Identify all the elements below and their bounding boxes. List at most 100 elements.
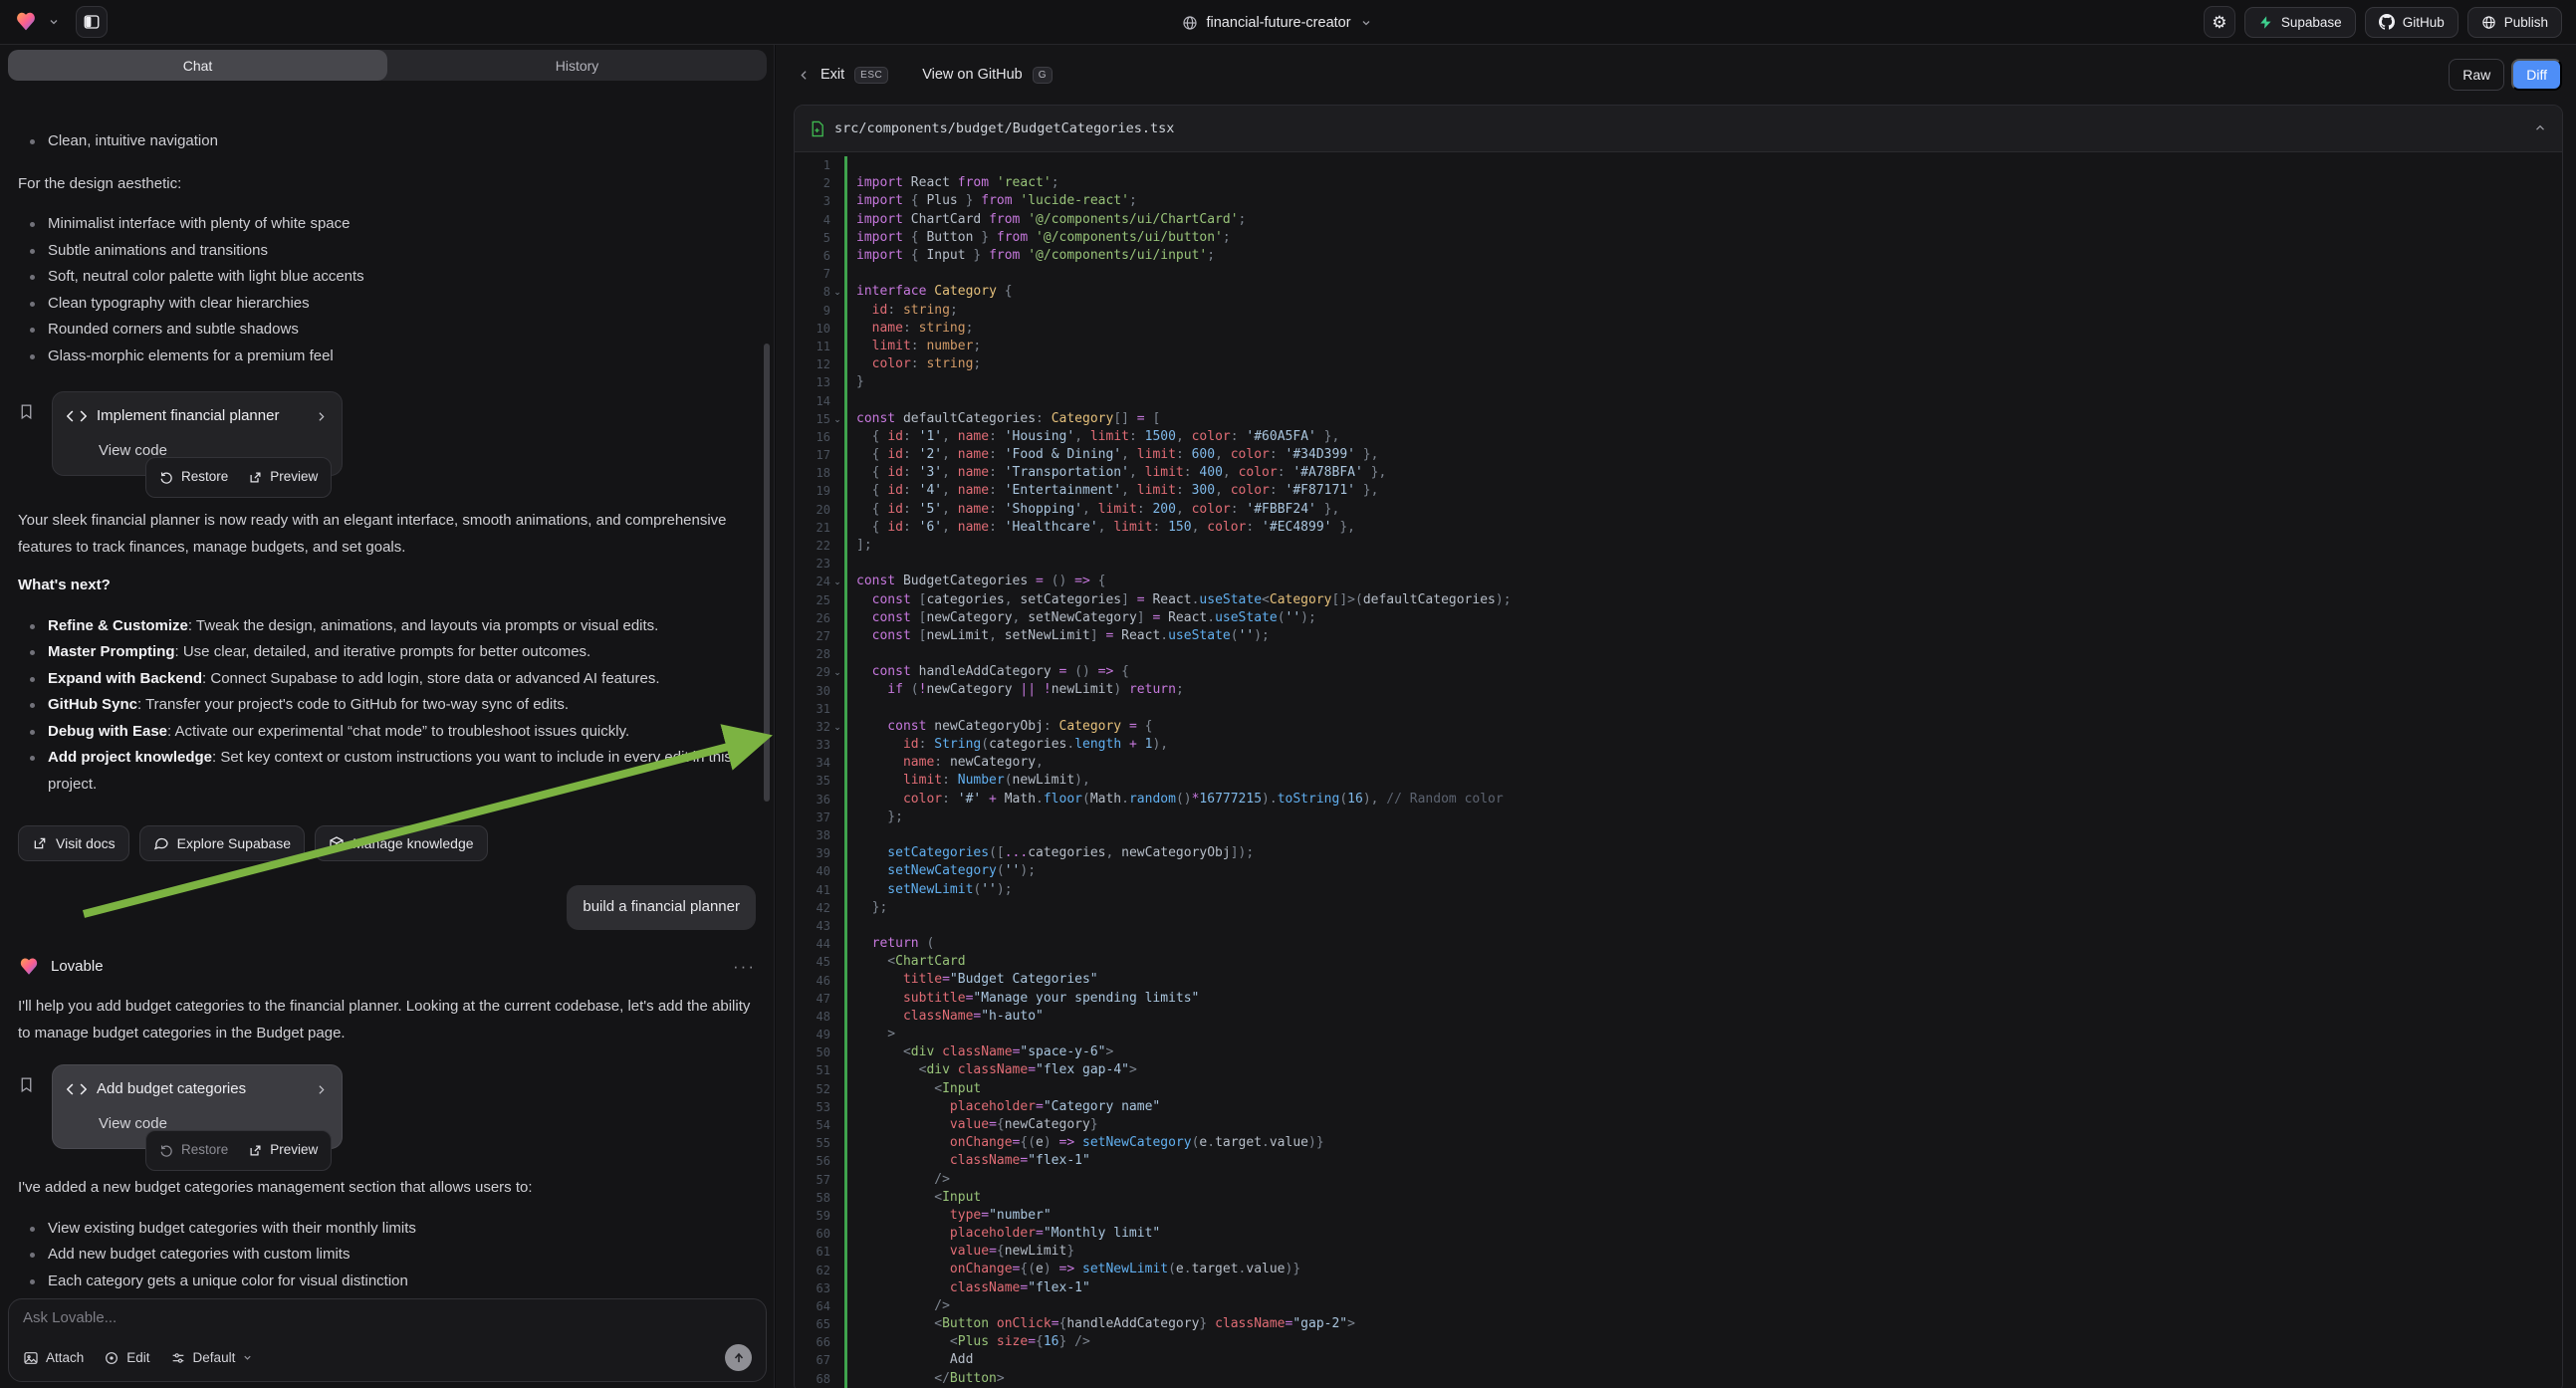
diff-added-gutter <box>844 391 847 409</box>
diff-toggle-button[interactable]: Diff <box>2511 59 2562 91</box>
sidebar-toggle-button[interactable] <box>76 6 108 38</box>
line-number: 67 <box>795 1353 830 1367</box>
added-features-list: View existing budget categories with the… <box>18 1216 756 1291</box>
image-icon <box>23 1350 39 1366</box>
assistant-header: Lovable ··· <box>18 954 756 981</box>
line-number: 23 <box>795 557 830 571</box>
assistant-name: Lovable <box>51 954 104 981</box>
view-on-github-button[interactable]: View on GitHub <box>922 67 1022 83</box>
chevron-right-icon <box>315 410 328 423</box>
line-number: 19 <box>795 484 830 498</box>
code-icon <box>67 409 87 423</box>
line-number: 6 <box>795 249 830 263</box>
fold-chevron-icon[interactable]: ⌄ <box>830 283 844 301</box>
code-text: name: newCategory, <box>847 754 1044 772</box>
code-line: 42 }; <box>795 899 2562 917</box>
line-number: 37 <box>795 810 830 824</box>
supabase-button[interactable]: Supabase <box>2244 7 2356 38</box>
bookmark-icon[interactable] <box>18 391 38 476</box>
settings-button[interactable]: ⚙ <box>2204 6 2235 38</box>
file-header[interactable]: src/components/budget/BudgetCategories.t… <box>795 106 2562 152</box>
code-line: 62 onChange={(e) => setNewLimit(e.target… <box>795 1261 2562 1278</box>
chat-input[interactable] <box>23 1309 752 1344</box>
list-item: Add project knowledge: Set key context o… <box>18 745 756 798</box>
more-options-icon[interactable]: ··· <box>733 954 756 981</box>
restore-button[interactable]: Restore <box>159 1137 228 1164</box>
code-editor[interactable]: 1 2 import React from 'react'; 3 <box>795 152 2562 1388</box>
code-text: <Plus size={16} /> <box>847 1333 1090 1351</box>
line-number: 32 <box>795 720 830 734</box>
edit-mode-button[interactable]: Edit <box>104 1350 149 1366</box>
list-item: Master Prompting: Use clear, detailed, a… <box>18 639 756 666</box>
code-line: 63 className="flex-1" <box>795 1279 2562 1297</box>
fold-chevron-icon[interactable]: ⌄ <box>830 663 844 681</box>
diff-added-gutter <box>844 826 847 844</box>
code-text: onChange={(e) => setNewCategory(e.target… <box>847 1134 1324 1152</box>
code-line: 38 <box>795 826 2562 844</box>
line-number: 26 <box>795 611 830 625</box>
fold-chevron-icon[interactable]: ⌄ <box>830 718 844 736</box>
code-line: 24 ⌄ const BudgetCategories = () => { <box>795 573 2562 590</box>
exit-button[interactable]: Exit <box>820 67 844 83</box>
code-text: <ChartCard <box>847 953 966 971</box>
line-number: 64 <box>795 1299 830 1313</box>
fold-chevron-icon[interactable]: ⌄ <box>830 410 844 428</box>
preview-button[interactable]: Preview <box>248 464 318 491</box>
line-number: 25 <box>795 593 830 607</box>
line-number: 7 <box>795 267 830 281</box>
code-text: Add <box>847 1351 973 1369</box>
line-number: 66 <box>795 1335 830 1349</box>
code-text: { id: '3', name: 'Transportation', limit… <box>847 464 1386 482</box>
fold-chevron-icon[interactable]: ⌄ <box>830 573 844 590</box>
restore-preview-pill: Restore Preview <box>145 457 332 498</box>
line-number: 9 <box>795 304 830 318</box>
lovable-logo-heart-icon[interactable] <box>14 10 38 34</box>
line-number: 56 <box>795 1154 830 1168</box>
code-line: 47 subtitle="Manage your spending limits… <box>795 990 2562 1008</box>
arrow-up-icon <box>732 1351 746 1365</box>
explore-supabase-button[interactable]: Explore Supabase <box>139 825 305 861</box>
code-text: const BudgetCategories = () => { <box>847 573 1105 590</box>
code-text: limit: number; <box>847 338 981 355</box>
chat-bubble-icon <box>153 835 169 851</box>
code-line: 52 <Input <box>795 1080 2562 1098</box>
send-button[interactable] <box>725 1344 752 1371</box>
line-number: 5 <box>795 231 830 245</box>
code-line: 15 ⌄ const defaultCategories: Category[]… <box>795 410 2562 428</box>
tab-chat[interactable]: Chat <box>8 50 387 81</box>
project-switcher[interactable]: financial-future-creator <box>1181 0 1371 45</box>
code-text: <Input <box>847 1189 981 1207</box>
manage-knowledge-button[interactable]: Manage knowledge <box>315 825 487 861</box>
tab-history[interactable]: History <box>387 50 767 81</box>
restore-preview-pill: Restore Preview <box>145 1130 332 1171</box>
visit-docs-button[interactable]: Visit docs <box>18 825 129 861</box>
line-number: 30 <box>795 684 830 698</box>
code-line: 7 <box>795 265 2562 283</box>
restore-button[interactable]: Restore <box>159 464 228 491</box>
publish-button[interactable]: Publish <box>2467 7 2562 38</box>
code-line: 25 const [categories, setCategories] = R… <box>795 591 2562 609</box>
line-number: 18 <box>795 466 830 480</box>
code-text: ]; <box>847 537 872 555</box>
logo-chevron-down-icon[interactable] <box>48 16 60 28</box>
chat-scrollbar[interactable] <box>764 344 770 802</box>
code-text: { id: '1', name: 'Housing', limit: 1500,… <box>847 428 1339 446</box>
code-line: 59 type="number" <box>795 1207 2562 1225</box>
line-number: 29 <box>795 665 830 679</box>
chat-panel: Chat History Clean, intuitive navigation… <box>0 45 775 1388</box>
bookmark-icon[interactable] <box>18 1064 38 1149</box>
code-text: className="flex-1" <box>847 1279 1090 1297</box>
list-item: Expand with Backend: Connect Supabase to… <box>18 666 756 693</box>
code-line: 65 <Button onClick={handleAddCategory} c… <box>795 1315 2562 1333</box>
chevron-down-icon <box>1360 17 1372 29</box>
code-text: id: string; <box>847 302 958 320</box>
attach-button[interactable]: Attach <box>23 1350 84 1366</box>
code-line: 40 setNewCategory(''); <box>795 862 2562 880</box>
code-text: /> <box>847 1297 950 1315</box>
model-selector[interactable]: Default <box>170 1350 254 1366</box>
diff-added-gutter <box>844 700 847 718</box>
collapse-chevron-up-icon[interactable] <box>2533 121 2547 135</box>
preview-button[interactable]: Preview <box>248 1137 318 1164</box>
github-button[interactable]: GitHub <box>2365 7 2459 38</box>
raw-toggle-button[interactable]: Raw <box>2449 59 2504 91</box>
